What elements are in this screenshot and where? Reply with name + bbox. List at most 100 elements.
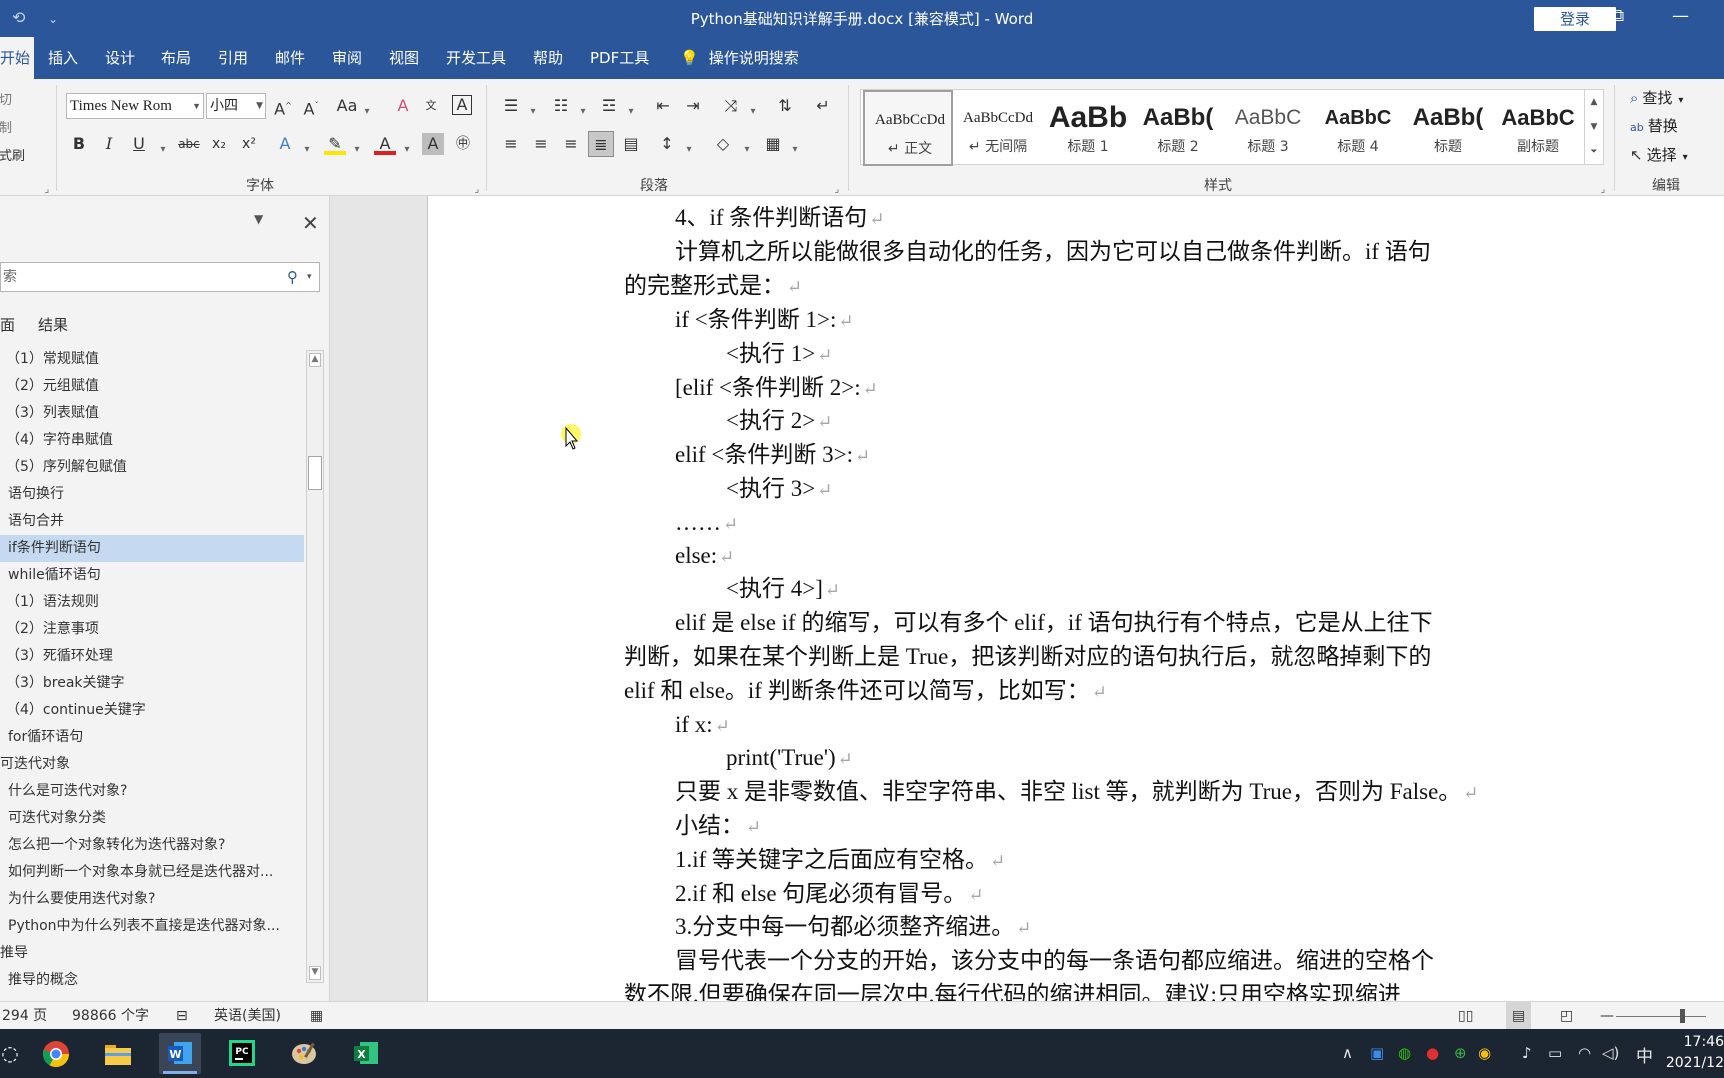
doc-paragraph-line[interactable]: 3.分支中每一句都必须整齐缩进。 ↵: [675, 911, 1031, 944]
doc-code-line[interactable]: …… ↵: [675, 507, 738, 540]
nav-heading-item[interactable]: （1）语法规则: [0, 589, 304, 616]
chevron-down-icon[interactable]: ▾: [352, 139, 362, 161]
nav-tab-results[interactable]: 结果: [38, 314, 68, 335]
asian-layout-icon[interactable]: ⤨: [720, 95, 742, 117]
chevron-down-icon[interactable]: ▾: [302, 139, 312, 161]
distributed-icon[interactable]: ▤: [620, 133, 642, 155]
grow-font-icon[interactable]: A^: [272, 95, 294, 118]
tab-layout[interactable]: 布局: [161, 37, 191, 79]
nav-heading-item[interactable]: 为什么要使用迭代对象?: [0, 886, 304, 913]
font-size-combo[interactable]: 小四 ▼: [206, 93, 266, 119]
notification-app-icon[interactable]: ◉: [1478, 1044, 1491, 1062]
character-shading-icon[interactable]: A: [422, 133, 444, 155]
doc-code-line[interactable]: if <条件判断 1>: ↵: [675, 304, 853, 337]
increase-indent-icon[interactable]: ⇥: [682, 95, 704, 117]
add-icon[interactable]: ⊕: [1454, 1044, 1467, 1062]
highlight-color-icon[interactable]: ✎: [324, 133, 346, 155]
shrink-font-icon[interactable]: Aˇ: [300, 95, 322, 118]
doc-paragraph-line[interactable]: elif 是 else if 的缩写，可以有多个 elif，if 语句执行有个特…: [675, 607, 1433, 639]
scroll-thumb[interactable]: [308, 456, 322, 490]
language-indicator[interactable]: 英语(美国): [214, 1002, 281, 1030]
nav-heading-item[interactable]: 可迭代对象: [0, 751, 304, 778]
style-subtitle[interactable]: AaBbC 副标题: [1493, 90, 1587, 166]
tab-home[interactable]: 开始: [0, 37, 34, 79]
nav-heading-item[interactable]: （3）死循环处理: [0, 643, 304, 670]
nav-heading-item[interactable]: （2）元组赋值: [0, 373, 304, 400]
nav-heading-item[interactable]: while循环语句: [0, 562, 304, 589]
doc-paragraph-line[interactable]: 计算机之所以能做很多自动化的任务，因为它可以自己做条件判断。if 语句: [675, 236, 1431, 268]
style-heading-3[interactable]: AaBbC 标题 3: [1223, 90, 1313, 166]
style-title[interactable]: AaBb( 标题: [1403, 90, 1493, 166]
calendar-app-icon[interactable]: ▣: [1370, 1044, 1384, 1062]
tab-mailings[interactable]: 邮件: [275, 37, 305, 79]
chevron-down-icon[interactable]: ▼: [309, 966, 321, 980]
start-icon[interactable]: ◌: [0, 1033, 20, 1074]
wifi-icon[interactable]: ◠: [1578, 1044, 1591, 1062]
bold-icon[interactable]: B: [68, 133, 90, 155]
decrease-indent-icon[interactable]: ⇤: [652, 95, 674, 117]
sort-icon[interactable]: ⇅: [774, 95, 796, 117]
replace-button[interactable]: ab 替换: [1630, 115, 1678, 136]
word-count[interactable]: 98866 个字: [72, 1002, 149, 1030]
nav-scrollbar[interactable]: ▲ ▼: [306, 350, 324, 983]
nav-tab-headings[interactable]: 面: [0, 314, 15, 335]
excel-icon[interactable]: X: [345, 1033, 387, 1074]
tab-insert[interactable]: 插入: [48, 37, 78, 79]
styles-gallery-scroll[interactable]: ▲ ▼ ⏷: [1584, 89, 1604, 165]
font-color-icon[interactable]: A: [374, 133, 396, 155]
show-marks-icon[interactable]: ↵: [812, 95, 834, 117]
record-icon[interactable]: ●: [1426, 1044, 1439, 1062]
search-icon[interactable]: ⚲: [287, 263, 298, 291]
bullets-icon[interactable]: ☰: [500, 95, 522, 117]
change-case-icon[interactable]: Aa: [336, 95, 358, 117]
find-button[interactable]: ⌕ 查找 ▾: [1630, 87, 1683, 108]
volume-icon[interactable]: ◁): [1602, 1044, 1619, 1062]
copy-button[interactable]: 复制: [0, 117, 13, 136]
chevron-down-icon[interactable]: ▾: [307, 263, 312, 291]
nav-heading-item[interactable]: （2）注意事项: [0, 616, 304, 643]
microphone-icon[interactable]: ♪: [1522, 1044, 1532, 1062]
align-right-icon[interactable]: ≡: [560, 133, 582, 155]
chevron-down-icon[interactable]: ▾: [362, 101, 372, 123]
nav-heading-item[interactable]: （3）列表赋值: [0, 400, 304, 427]
chrome-icon[interactable]: [35, 1033, 77, 1074]
tell-me-search[interactable]: 💡 操作说明搜索: [680, 37, 799, 79]
nav-heading-item-active[interactable]: if条件判断语句: [0, 535, 304, 562]
enclose-characters-icon[interactable]: ㊥: [452, 133, 474, 155]
nav-heading-item[interactable]: 可迭代对象分类: [0, 805, 304, 832]
tab-review[interactable]: 审阅: [332, 37, 362, 79]
doc-code-line[interactable]: else: ↵: [675, 540, 734, 573]
nav-heading-item[interactable]: 什么是可迭代对象?: [0, 778, 304, 805]
minimize-icon[interactable]: —: [1672, 6, 1689, 26]
nav-heading-item[interactable]: （3）break关键字: [0, 670, 304, 697]
nav-heading-item[interactable]: （1）常规赋值: [0, 346, 304, 373]
nav-search-input[interactable]: 索 ⚲ ▾: [0, 262, 320, 292]
doc-paragraph-line[interactable]: 的完整形式是： ↵: [624, 270, 802, 303]
doc-code-line[interactable]: print('True') ↵: [726, 742, 853, 775]
battery-icon[interactable]: ▭: [1548, 1044, 1562, 1062]
style-heading-2[interactable]: AaBb( 标题 2: [1133, 90, 1223, 166]
clear-formatting-icon[interactable]: A: [392, 95, 414, 117]
chevron-down-icon[interactable]: ▾: [790, 139, 800, 161]
chevron-down-icon[interactable]: ▾: [528, 101, 538, 123]
chevron-down-icon[interactable]: ▾: [578, 101, 588, 123]
chevron-down-icon[interactable]: ▾: [626, 101, 636, 123]
style-heading-1[interactable]: AaBb 标题 1: [1043, 90, 1133, 166]
multilevel-list-icon[interactable]: ☲: [598, 95, 620, 117]
tab-pdf-tools[interactable]: PDF工具: [590, 37, 649, 79]
doc-code-line[interactable]: if x: ↵: [675, 709, 730, 742]
chevron-down-icon[interactable]: ▼: [1585, 115, 1603, 140]
chevron-down-icon[interactable]: ▾: [684, 139, 694, 161]
nav-heading-item[interactable]: 推导的概念: [0, 967, 304, 986]
align-left-icon[interactable]: ≡: [500, 133, 522, 155]
numbering-icon[interactable]: ☷: [550, 95, 572, 117]
show-hidden-icons-icon[interactable]: ∧: [1342, 1044, 1353, 1062]
chevron-up-icon[interactable]: ▲: [309, 353, 321, 367]
doc-code-line[interactable]: [elif <条件判断 2>: ↵: [675, 372, 878, 405]
nav-heading-item[interactable]: Python中为什么列表不直接是迭代器对象...: [0, 913, 304, 940]
nav-heading-item[interactable]: 语句合并: [0, 508, 304, 535]
center-icon[interactable]: ≡: [530, 133, 552, 155]
zoom-out-icon[interactable]: —: [1600, 1002, 1614, 1030]
doc-paragraph-line[interactable]: 2.if 和 else 句尾必须有冒号。 ↵: [675, 878, 983, 911]
ribbon-display-options-icon[interactable]: ⧉: [1612, 6, 1624, 26]
